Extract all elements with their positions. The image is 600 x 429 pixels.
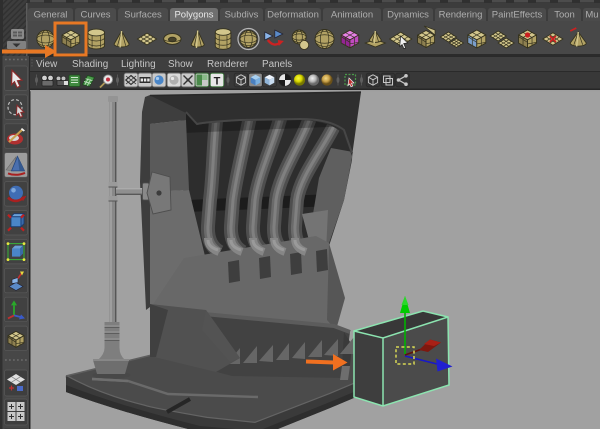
svg-text:Deformation: Deformation — [267, 10, 319, 21]
svg-text:General: General — [34, 10, 68, 21]
svg-text:Mu: Mu — [585, 10, 598, 21]
svg-text:Subdivs: Subdivs — [225, 10, 259, 21]
svg-text:Show: Show — [168, 59, 194, 70]
svg-text:Animation: Animation — [331, 10, 373, 21]
svg-text:Rendering: Rendering — [439, 10, 483, 21]
svg-text:T: T — [214, 76, 221, 88]
svg-text:Renderer: Renderer — [207, 59, 249, 70]
svg-text:Panels: Panels — [262, 59, 292, 70]
svg-text:Curves: Curves — [80, 10, 110, 21]
svg-text:Polygons: Polygons — [174, 10, 213, 21]
svg-text:View: View — [36, 59, 58, 70]
svg-text:Toon: Toon — [554, 10, 575, 21]
svg-text:PaintEffects: PaintEffects — [492, 10, 543, 21]
svg-text:Dynamics: Dynamics — [387, 10, 429, 21]
svg-text:Surfaces: Surfaces — [124, 10, 162, 21]
svg-text:Shading: Shading — [72, 59, 108, 70]
svg-text:Lighting: Lighting — [121, 59, 156, 70]
